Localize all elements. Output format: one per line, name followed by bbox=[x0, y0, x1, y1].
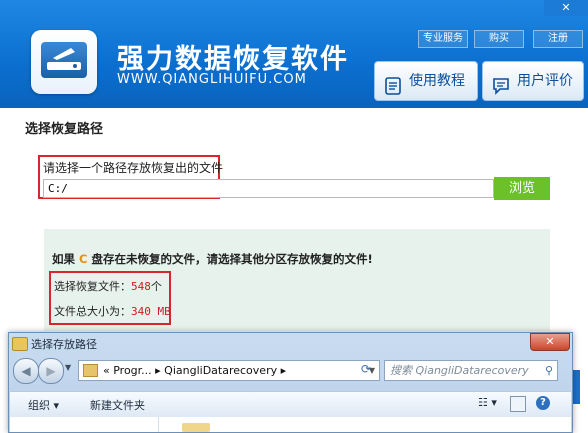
warning-prefix: 如果 bbox=[52, 252, 80, 266]
app-url: WWW.QIANGLIHUIFU.COM bbox=[117, 72, 307, 87]
tutorial-label: 使用教程 bbox=[409, 73, 465, 89]
search-placeholder: 搜索 QiangliDatarecovery bbox=[390, 364, 529, 377]
organize-menu[interactable]: 组织 ▾ bbox=[28, 397, 59, 413]
document-icon bbox=[385, 72, 401, 95]
browse-button[interactable]: 浏览 bbox=[494, 177, 550, 200]
tutorial-button[interactable]: 使用教程 bbox=[374, 61, 478, 101]
path-input[interactable]: C:/ bbox=[43, 179, 494, 198]
folder-icon bbox=[12, 337, 28, 351]
app-header: ✕ 强力数据恢复软件 WWW.QIANGLIHUIFU.COM 专业服务 购买 … bbox=[0, 0, 588, 108]
close-icon[interactable]: ✕ bbox=[544, 0, 588, 16]
folder-icon bbox=[83, 364, 98, 377]
selected-files-unit: 个 bbox=[150, 280, 162, 293]
search-input[interactable]: 搜索 QiangliDatarecovery ⚲ bbox=[384, 360, 558, 381]
dialog-close-icon[interactable]: ✕ bbox=[530, 333, 570, 351]
app-logo bbox=[31, 30, 97, 94]
comment-icon bbox=[493, 72, 509, 95]
total-size-label: 文件总大小为： bbox=[54, 305, 131, 318]
register-link[interactable]: 注册 bbox=[533, 30, 583, 48]
view-options-icon[interactable]: ☷ ▾ bbox=[478, 396, 497, 409]
selected-files-stat: 选择恢复文件：548个 bbox=[54, 278, 162, 294]
pro-service-link[interactable]: 专业服务 bbox=[418, 30, 468, 48]
dialog-toolbar: 组织 ▾ 新建文件夹 ☷ ▾ ? bbox=[10, 391, 571, 418]
help-icon[interactable]: ? bbox=[536, 396, 550, 410]
navigation-bar: ◀ ▶ ▼ « Progr... ▸ QiangliDatarecovery ▸… bbox=[10, 355, 571, 385]
user-review-button[interactable]: 用户评价 bbox=[482, 61, 584, 101]
app-title: 强力数据恢复软件 bbox=[117, 44, 349, 75]
total-size-value: 340 MB bbox=[131, 305, 171, 318]
new-folder-button[interactable]: 新建文件夹 bbox=[90, 397, 145, 413]
preview-pane-icon[interactable] bbox=[510, 396, 526, 412]
path-prompt: 请选择一个路径存放恢复出的文件 bbox=[43, 161, 224, 175]
total-size-stat: 文件总大小为：340 MB bbox=[54, 303, 171, 319]
dialog-body bbox=[10, 417, 571, 432]
address-bar[interactable]: « Progr... ▸ QiangliDatarecovery ▸ ▼ bbox=[78, 360, 380, 381]
pane-divider[interactable] bbox=[158, 417, 159, 432]
selected-files-count: 548 bbox=[131, 280, 151, 293]
forward-arrow-icon[interactable]: ▶ bbox=[38, 358, 64, 384]
section-title: 选择恢复路径 bbox=[25, 122, 104, 137]
back-arrow-icon[interactable]: ◀ bbox=[13, 358, 39, 384]
buy-link[interactable]: 购买 bbox=[474, 30, 524, 48]
refresh-icon[interactable]: ⟳ bbox=[358, 361, 374, 378]
selected-files-label: 选择恢复文件： bbox=[54, 280, 131, 293]
folder-picker-dialog: 选择存放路径 ✕ ◀ ▶ ▼ « Progr... ▸ QiangliDatar… bbox=[8, 332, 573, 433]
drive-warning: 如果 C 盘存在未恢复的文件，请选择其他分区存放恢复的文件! bbox=[52, 251, 373, 267]
dialog-title: 选择存放路径 bbox=[31, 338, 97, 351]
user-review-label: 用户评价 bbox=[517, 73, 573, 89]
breadcrumb[interactable]: « Progr... ▸ QiangliDatarecovery ▸ bbox=[103, 361, 286, 380]
hard-drive-icon bbox=[41, 42, 87, 78]
warning-suffix: 盘存在未恢复的文件，请选择其他分区存放恢复的文件! bbox=[87, 252, 373, 266]
search-icon[interactable]: ⚲ bbox=[545, 361, 553, 380]
recent-dropdown-icon[interactable]: ▼ bbox=[65, 363, 71, 372]
